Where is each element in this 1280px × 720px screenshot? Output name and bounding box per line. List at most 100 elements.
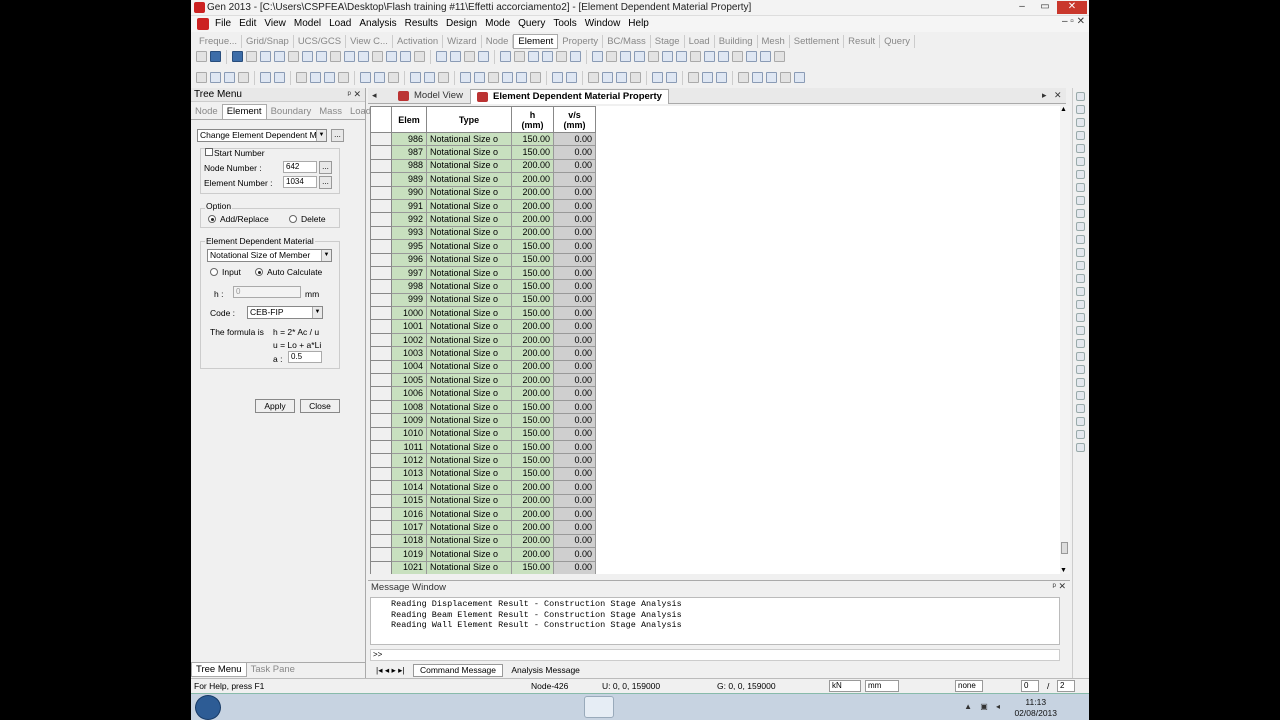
tool-icon[interactable] [196,51,207,62]
cell-vs[interactable]: 0.00 [553,386,596,401]
view-tool-icon[interactable] [1076,196,1085,205]
toolbar-tab-result[interactable]: Result [844,35,881,48]
cell-h[interactable]: 200.00 [511,185,554,200]
table-row[interactable]: 998 Notational Size o 150.00 0.00 [370,279,596,294]
view-tool-icon[interactable] [1076,417,1085,426]
tool-icon[interactable] [746,51,757,62]
cell-elem[interactable]: 1008 [391,399,427,415]
tool-icon[interactable] [302,51,313,62]
toolbar-tab-ucs-gcs[interactable]: UCS/GCS [294,35,347,48]
scroll-thumb[interactable] [1061,542,1068,554]
menu-window[interactable]: Window [581,16,625,32]
tool-icon[interactable] [224,72,235,83]
tool-icon[interactable] [246,51,257,62]
toolbar-tab-freque-[interactable]: Freque... [195,35,243,48]
cell-elem[interactable]: 990 [391,185,427,200]
cell-type[interactable]: Notational Size o [426,533,512,549]
page-total-field[interactable]: 2 [1057,680,1075,692]
col-header-h[interactable]: h (mm) [511,106,554,133]
cell-type[interactable]: Notational Size o [426,185,512,200]
toolbar-tab-load[interactable]: Load [685,35,715,48]
tool-icon[interactable] [602,72,613,83]
tool-icon[interactable] [478,51,489,62]
cell-h[interactable]: 200.00 [511,359,554,375]
menu-query[interactable]: Query [514,16,549,32]
tab-task-pane[interactable]: Task Pane [247,663,299,676]
cell-type[interactable]: Notational Size o [426,373,512,388]
tool-icon[interactable] [260,72,271,83]
table-row[interactable]: 986 Notational Size o 150.00 0.00 [370,131,596,147]
auto-calculate-radio[interactable] [255,268,263,276]
cell-vs[interactable]: 0.00 [553,279,596,294]
cell-h[interactable]: 150.00 [511,145,554,160]
row-header[interactable] [370,172,392,187]
tool-icon[interactable] [330,51,341,62]
cell-elem[interactable]: 1006 [391,386,427,401]
table-row[interactable]: 1000 Notational Size o 150.00 0.00 [370,306,596,321]
row-header[interactable] [370,359,392,375]
tree-tab-element[interactable]: Element [221,104,267,119]
tool-icon[interactable] [514,51,525,62]
row-header[interactable] [370,252,392,267]
tool-icon[interactable] [652,72,663,83]
tab-command-message[interactable]: Command Message [412,664,504,677]
tool-icon[interactable] [592,51,603,62]
cell-h[interactable]: 150.00 [511,252,554,267]
tool-icon[interactable] [570,51,581,62]
view-tool-icon[interactable] [1076,339,1085,348]
start-button[interactable] [195,695,221,720]
cell-h[interactable]: 200.00 [511,212,554,227]
tool-icon[interactable] [500,51,511,62]
cell-elem[interactable]: 991 [391,198,427,214]
cell-type[interactable]: Notational Size o [426,225,512,241]
row-header[interactable] [370,279,392,294]
tool-icon[interactable] [464,51,475,62]
cell-vs[interactable]: 0.00 [553,212,596,227]
menu-tools[interactable]: Tools [549,16,580,32]
view-tool-icon[interactable] [1076,209,1085,218]
cell-type[interactable]: Notational Size o [426,279,512,294]
cell-type[interactable]: Notational Size o [426,547,512,562]
cell-vs[interactable]: 0.00 [553,292,596,308]
row-header[interactable] [370,131,392,147]
force-unit-select[interactable]: kN [829,680,861,692]
cell-h[interactable]: 200.00 [511,198,554,214]
tool-icon[interactable] [400,51,411,62]
tool-icon[interactable] [324,72,335,83]
tool-icon[interactable] [414,51,425,62]
tool-icon[interactable] [760,51,771,62]
start-number-checkbox[interactable] [205,148,213,156]
menu-file[interactable]: File [211,16,235,32]
cell-type[interactable]: Notational Size o [426,506,512,522]
cell-elem[interactable]: 987 [391,145,427,160]
toolbar-tab-query[interactable]: Query [880,35,915,48]
cell-vs[interactable]: 0.00 [553,319,596,334]
cell-h[interactable]: 150.00 [511,453,554,468]
menu-model[interactable]: Model [290,16,325,32]
cell-h[interactable]: 200.00 [511,172,554,187]
tool-icon[interactable] [718,51,729,62]
cell-h[interactable]: 150.00 [511,279,554,294]
row-header[interactable] [370,265,392,281]
menu-analysis[interactable]: Analysis [355,16,400,32]
command-input[interactable]: >> [370,649,1060,661]
view-tool-icon[interactable] [1076,443,1085,452]
cell-type[interactable]: Notational Size o [426,560,512,574]
tool-icon[interactable] [316,51,327,62]
cell-h[interactable]: 200.00 [511,332,554,348]
tool-icon[interactable] [774,51,785,62]
view-tool-icon[interactable] [1076,404,1085,413]
table-row[interactable]: 1009 Notational Size o 150.00 0.00 [370,413,596,428]
menu-view[interactable]: View [260,16,290,32]
table-row[interactable]: 995 Notational Size o 150.00 0.00 [370,239,596,254]
cell-h[interactable]: 200.00 [511,346,554,361]
cell-vs[interactable]: 0.00 [553,346,596,361]
row-header[interactable] [370,346,392,361]
tool-icon[interactable] [360,72,371,83]
toolbar-tab-element[interactable]: Element [513,34,559,49]
tool-icon[interactable] [196,72,207,83]
toolbar-tab-property[interactable]: Property [558,35,604,48]
tool-icon[interactable] [438,72,449,83]
cell-type[interactable]: Notational Size o [426,265,512,281]
tool-icon[interactable] [372,51,383,62]
